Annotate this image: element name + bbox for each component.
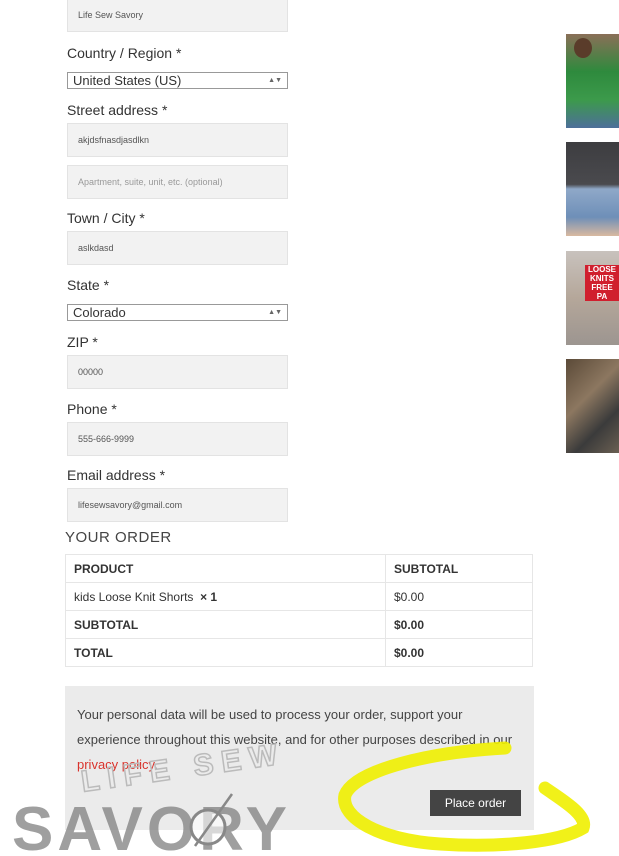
- email-value: lifesewsavory@gmail.com: [78, 500, 183, 510]
- life-sew-savory-logo: LIFE SEW SAVORY: [12, 737, 291, 856]
- country-select[interactable]: United States (US) ▲▼: [67, 72, 288, 89]
- street-line2-field[interactable]: Apartment, suite, unit, etc. (optional): [67, 165, 288, 199]
- street-field[interactable]: akjdsfnasdjasdlkn: [67, 123, 288, 157]
- col-product: PRODUCT: [65, 554, 386, 583]
- state-select[interactable]: Colorado ▲▼: [67, 304, 288, 321]
- product-name: kids Loose Knit Shorts: [74, 589, 194, 604]
- order-table: PRODUCT SUBTOTAL kids Loose Knit Shorts …: [65, 554, 533, 667]
- zip-field[interactable]: 00000: [67, 355, 288, 389]
- town-label: Town / City *: [67, 210, 145, 226]
- street-value: akjdsfnasdjasdlkn: [78, 135, 150, 145]
- subtotal-label: SUBTOTAL: [65, 610, 386, 639]
- product-price: $0.00: [385, 582, 533, 611]
- thumbnail-1[interactable]: [566, 34, 619, 128]
- state-label: State *: [67, 277, 110, 293]
- place-order-button[interactable]: Place order: [430, 790, 521, 816]
- product-cell: kids Loose Knit Shorts × 1: [65, 582, 386, 611]
- zip-label: ZIP *: [67, 334, 98, 350]
- zip-value: 00000: [78, 367, 104, 377]
- town-field[interactable]: aslkdasd: [67, 231, 288, 265]
- thumb-3-caption: LOOSE KNITS FREE PA: [585, 265, 619, 301]
- phone-field[interactable]: 555-666-9999: [67, 422, 288, 456]
- state-value: Colorado: [73, 305, 126, 320]
- total-row: TOTAL $0.00: [65, 638, 533, 667]
- subtotal-row: SUBTOTAL $0.00: [65, 610, 533, 639]
- street-line2-placeholder: Apartment, suite, unit, etc. (optional): [78, 177, 223, 187]
- email-field[interactable]: lifesewsavory@gmail.com: [67, 488, 288, 522]
- chevron-down-icon: ▲▼: [268, 77, 282, 84]
- company-value: Life Sew Savory: [78, 10, 144, 20]
- total-label: TOTAL: [65, 638, 386, 667]
- email-label: Email address *: [67, 467, 166, 483]
- country-value: United States (US): [73, 73, 182, 88]
- thumbnail-4[interactable]: [566, 359, 619, 453]
- product-qty: × 1: [200, 589, 218, 604]
- logo-main-text: SAVORY: [12, 795, 291, 856]
- town-value: aslkdasd: [78, 243, 114, 253]
- total-value: $0.00: [385, 638, 533, 667]
- country-label: Country / Region *: [67, 45, 182, 61]
- col-subtotal: SUBTOTAL: [385, 554, 533, 583]
- logo-top-text: LIFE SEW: [79, 737, 287, 798]
- table-row: kids Loose Knit Shorts × 1 $0.00: [65, 582, 533, 611]
- thumbnail-2[interactable]: [566, 142, 619, 236]
- company-field[interactable]: Life Sew Savory: [67, 0, 288, 32]
- street-label: Street address *: [67, 102, 168, 118]
- subtotal-value: $0.00: [385, 610, 533, 639]
- chevron-down-icon: ▲▼: [268, 309, 282, 316]
- thumbnail-3[interactable]: LOOSE KNITS FREE PA: [566, 251, 619, 345]
- order-heading: YOUR ORDER: [65, 529, 172, 546]
- phone-label: Phone *: [67, 401, 117, 417]
- phone-value: 555-666-9999: [78, 434, 135, 444]
- table-header-row: PRODUCT SUBTOTAL: [65, 554, 533, 583]
